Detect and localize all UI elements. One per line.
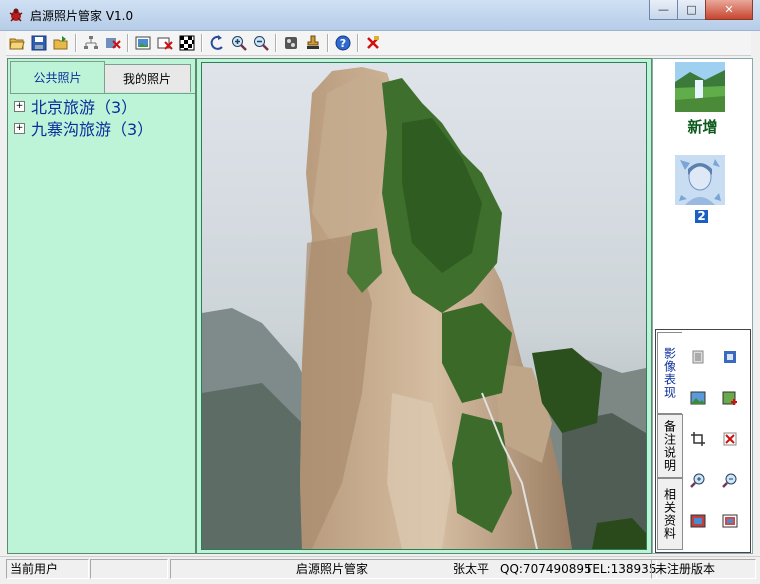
save-icon[interactable] xyxy=(28,33,50,53)
toolbar-separator xyxy=(275,34,277,52)
zoom-in-icon[interactable] xyxy=(228,33,250,53)
magnify-minus-icon[interactable] xyxy=(721,471,739,489)
toolbar-separator xyxy=(327,34,329,52)
toolbar-separator xyxy=(75,34,77,52)
rotate-icon[interactable] xyxy=(206,33,228,53)
color-adjust-icon[interactable] xyxy=(721,348,739,366)
tree-item-label: 北京旅游（3） xyxy=(31,98,138,117)
status-user-value xyxy=(90,559,168,579)
album-tree: + 北京旅游（3） + 九寨沟旅游（3） xyxy=(14,95,153,139)
image-print-icon[interactable] xyxy=(721,512,739,530)
tab-my-photos[interactable]: 我的照片 xyxy=(103,64,191,92)
photo-delete-icon[interactable] xyxy=(154,33,176,53)
exit-icon[interactable] xyxy=(362,33,384,53)
tab-related-info[interactable]: 相关资料 xyxy=(657,478,683,550)
photo-count-badge: 2 xyxy=(695,210,708,223)
film-icon[interactable] xyxy=(280,33,302,53)
minimize-button[interactable]: — xyxy=(649,0,678,20)
add-label[interactable]: 新增 xyxy=(653,116,752,137)
tree-item-beijing[interactable]: + 北京旅游（3） xyxy=(14,95,153,117)
photo-tabs: 公共照片 我的照片 xyxy=(10,61,195,94)
tree-expand-icon[interactable]: + xyxy=(14,100,25,112)
title-bar[interactable]: 启源照片管家 V1.0 — □ ✕ xyxy=(0,0,760,31)
left-panel: 公共照片 我的照片 + 北京旅游（3） + 九寨沟旅游（3） xyxy=(7,58,196,554)
tree-item-jiuzhaigou[interactable]: + 九寨沟旅游（3） xyxy=(14,117,153,139)
toolbar-separator xyxy=(127,34,129,52)
magnify-plus-icon[interactable] xyxy=(689,471,707,489)
close-button[interactable]: ✕ xyxy=(705,0,753,20)
status-tel: TEL:1389351 xyxy=(585,562,657,576)
photo-frame-icon[interactable] xyxy=(132,33,154,53)
svg-text:?: ? xyxy=(340,37,346,50)
status-qq: QQ:707490895 xyxy=(500,562,592,576)
tab-notes[interactable]: 备注说明 xyxy=(657,414,683,478)
toolbar-separator xyxy=(201,34,203,52)
maximize-button[interactable]: □ xyxy=(677,0,706,20)
toolbar: ? xyxy=(6,31,751,56)
tree-structure-icon[interactable] xyxy=(80,33,102,53)
remove-icon[interactable] xyxy=(721,430,739,448)
open-folder-icon[interactable] xyxy=(6,33,28,53)
zoom-out-icon[interactable] xyxy=(250,33,272,53)
main-photo[interactable] xyxy=(201,62,647,550)
add-photo-thumbnail[interactable] xyxy=(675,62,725,112)
image-export-icon[interactable] xyxy=(689,512,707,530)
crop-icon[interactable] xyxy=(689,430,707,448)
tree-delete-icon[interactable] xyxy=(102,33,124,53)
right-panel: 新增 2 影像表现 备注说明 相关资料 xyxy=(652,58,753,554)
status-registration: 未注册版本 xyxy=(651,559,756,579)
help-icon[interactable]: ? xyxy=(332,33,354,53)
photo-add-icon[interactable] xyxy=(721,389,739,407)
app-logo-icon xyxy=(9,8,23,22)
tab-public-photos[interactable]: 公共照片 xyxy=(10,61,105,93)
checkerboard-icon[interactable] xyxy=(176,33,198,53)
window-title: 启源照片管家 V1.0 xyxy=(30,9,134,23)
status-info: 启源照片管家 张太平 QQ:707490895 TEL:1389351 xyxy=(170,559,657,579)
tree-expand-icon[interactable]: + xyxy=(14,122,25,134)
status-current-user-label: 当前用户 xyxy=(6,559,89,579)
portrait-thumbnail[interactable] xyxy=(675,155,725,205)
photo-viewer xyxy=(196,58,652,554)
tab-image-effects[interactable]: 影像表现 xyxy=(657,332,682,414)
status-app-name: 启源照片管家 xyxy=(296,562,369,576)
tool-panel: 影像表现 备注说明 相关资料 xyxy=(655,329,751,553)
status-author: 张太平 xyxy=(453,562,490,576)
toolbar-separator xyxy=(357,34,359,52)
folder-export-icon[interactable] xyxy=(50,33,72,53)
grayscale-icon[interactable] xyxy=(689,348,707,366)
landscape-filter-icon[interactable] xyxy=(689,389,707,407)
status-bar: 当前用户 启源照片管家 张太平 QQ:707490895 TEL:1389351… xyxy=(0,556,760,584)
stamp-icon[interactable] xyxy=(302,33,324,53)
tree-item-label: 九寨沟旅游（3） xyxy=(31,120,154,139)
vertical-tabs: 影像表现 备注说明 相关资料 xyxy=(656,330,683,552)
